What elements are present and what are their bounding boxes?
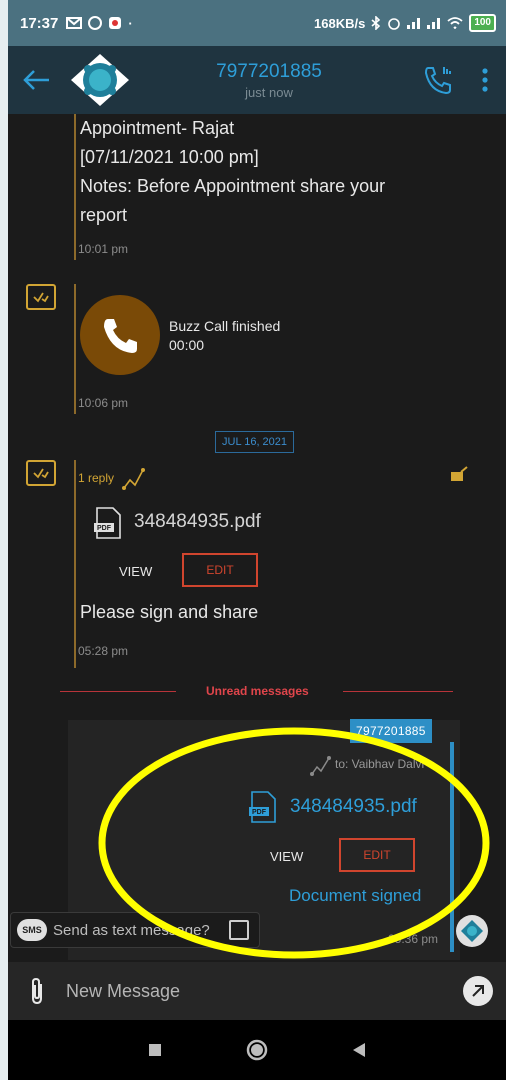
task-check-icon <box>33 468 49 479</box>
message-timestamp: 10:06 pm <box>78 396 129 410</box>
message-text-line: report <box>80 205 128 225</box>
attach-button[interactable] <box>8 962 66 1020</box>
message-thread-rule <box>74 114 76 260</box>
unread-divider-label: Unread messages <box>206 684 309 698</box>
contact-number: 7977201885 <box>216 60 322 82</box>
system-indicators: 168KB/s 100 <box>314 14 496 32</box>
back-nav-icon[interactable] <box>352 1042 366 1058</box>
battery-indicator: 100 <box>469 14 496 32</box>
pdf-file-icon: PDF <box>94 507 121 539</box>
home-icon[interactable] <box>246 1039 268 1061</box>
paperclip-icon <box>32 977 42 1005</box>
signal-icon-2 <box>427 18 441 29</box>
app-logo-icon <box>71 54 129 106</box>
more-notifications-dot: · <box>128 15 133 31</box>
mail-icon <box>66 17 83 29</box>
signal-icon <box>407 18 421 29</box>
system-navigation-bar <box>8 1020 506 1080</box>
send-circle <box>463 976 493 1006</box>
arrow-left-icon <box>23 70 49 90</box>
phone-call-icon <box>424 67 451 95</box>
message-timestamp: 05:28 pm <box>78 644 129 658</box>
notification-icons: · <box>66 15 133 31</box>
send-button[interactable] <box>450 962 506 1020</box>
wifi-icon <box>447 17 463 29</box>
call-status-text: Buzz Call finished <box>169 318 281 334</box>
message-timestamp: 10:01 pm <box>78 242 129 256</box>
network-speed: 168KB/s <box>314 15 366 31</box>
thread-graph-icon[interactable] <box>122 466 146 492</box>
highlight-ellipse <box>98 727 490 959</box>
arrow-up-right-icon <box>472 985 484 997</box>
unread-divider-left <box>60 691 176 692</box>
message-text: Please sign and share <box>80 602 259 622</box>
message-thread-rule <box>74 284 76 414</box>
recent-apps-icon[interactable] <box>148 1043 162 1057</box>
phone-screen: 17:37 · 168KB/s 100 7977201885 just now … <box>8 0 506 1080</box>
sms-icon: SMS <box>17 919 47 941</box>
reply-count-link[interactable]: 1 reply <box>78 471 114 485</box>
message-type-icon <box>26 460 56 486</box>
alarm-icon <box>388 18 401 30</box>
call-duration: 00:00 <box>169 337 205 353</box>
message-type-icon <box>26 284 56 310</box>
message-composer <box>8 962 506 1020</box>
call-button[interactable] <box>412 46 464 114</box>
view-attachment-button[interactable]: VIEW <box>119 564 152 579</box>
message-thread-rule <box>74 460 76 668</box>
edit-attachment-button[interactable]: EDIT <box>182 553 258 587</box>
whatsapp-icon <box>88 16 103 30</box>
presence-status: just now <box>245 84 293 100</box>
date-divider: JUL 16, 2021 <box>215 431 295 453</box>
back-button[interactable] <box>8 46 64 114</box>
bluetooth-icon <box>371 16 381 30</box>
chat-thread[interactable]: Appointment- Rajat [07/11/2021 10:00 pm]… <box>8 114 506 962</box>
unread-divider-right <box>343 691 453 692</box>
kebab-menu-icon <box>482 68 488 92</box>
task-check-icon <box>33 292 49 303</box>
call-event-avatar <box>80 295 160 375</box>
overflow-menu-button[interactable] <box>464 46 506 114</box>
chat-header: 7977201885 just now <box>8 46 506 114</box>
message-text-line: Notes: Before Appointment share your <box>80 176 386 196</box>
clock: 17:37 <box>20 14 59 32</box>
message-text-line: [07/11/2021 10:00 pm] <box>80 147 259 167</box>
pin-note-icon[interactable] <box>449 466 469 484</box>
status-bar: 17:37 · 168KB/s 100 <box>8 0 506 46</box>
app-notification-icon <box>109 17 122 29</box>
attachment-file-name[interactable]: 348484935.pdf <box>134 511 261 533</box>
new-message-input[interactable] <box>66 980 450 1002</box>
contact-info[interactable]: 7977201885 just now <box>126 61 412 100</box>
svg-text:PDF: PDF <box>97 525 112 532</box>
phone-icon <box>104 319 137 353</box>
message-text-line: Appointment- Rajat <box>80 118 235 138</box>
